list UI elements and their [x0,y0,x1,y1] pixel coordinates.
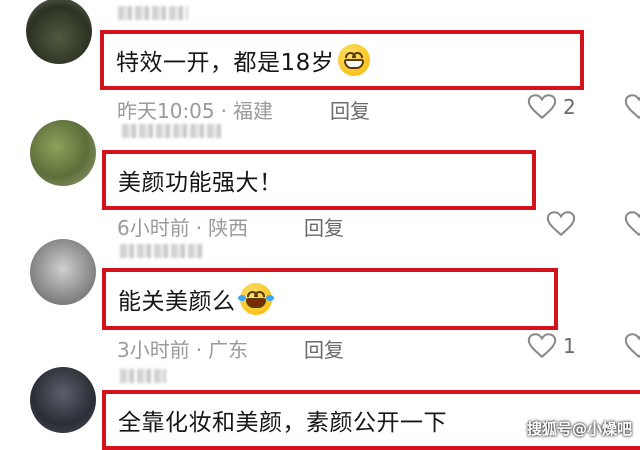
username[interactable] [120,369,166,383]
comment-highlight-box: 能关美颜么 [102,268,558,330]
comment-text: 美颜功能强大！ [118,154,283,206]
avatar[interactable] [30,367,96,433]
like-count: 2 [563,94,576,119]
meta-dot: · [195,338,203,362]
laugh-cry-icon [237,283,274,315]
comment-item: 美颜功能强大！ 6小时前 · 陕西 回复 [0,120,640,240]
comment-body: 能关美颜么 [118,289,236,315]
username[interactable] [122,124,222,138]
grin-icon [338,44,371,76]
comment-text: 能关美颜么 [118,272,274,326]
username[interactable] [118,6,188,20]
meta-dot: · [195,216,203,240]
heart-icon[interactable] [624,93,640,120]
avatar[interactable] [30,239,96,305]
comment-item: 特效一开，都是18岁 昨天10:05 · 福建 回复 2 [0,0,640,123]
comment-highlight-box: 美颜功能强大！ [102,150,536,210]
comment-text: 全靠化妆和美颜，素颜公开一下 [118,394,447,446]
like-button[interactable] [546,210,576,237]
heart-icon [527,94,557,120]
like-count: 1 [563,333,576,358]
heart-icon [527,333,557,359]
comment-body: 特效一开，都是18岁 [116,50,335,76]
comment-highlight-box: 特效一开，都是18岁 [100,30,584,90]
comment-time: 6小时前 [117,216,190,240]
watermark: 搜狐号@小燥吧 [526,420,632,438]
comment-location: 广东 [208,338,249,362]
heart-icon[interactable] [624,210,640,237]
comment-body: 美颜功能强大！ [118,170,283,196]
comment-item: 能关美颜么 3小时前 · 广东 回复 1 [0,239,640,365]
heart-icon [546,211,576,237]
like-button[interactable]: 1 [527,332,576,359]
comment-text: 特效一开，都是18岁 [116,34,371,86]
reply-button[interactable]: 回复 [304,212,344,241]
comment-location: 陕西 [208,216,249,240]
username[interactable] [120,244,204,258]
avatar[interactable] [26,0,92,64]
comment-body: 全靠化妆和美颜，素颜公开一下 [118,410,447,436]
comment-time: 3小时前 [117,338,190,362]
reply-button[interactable]: 回复 [304,334,344,363]
comment-meta: 3小时前 · 广东 [117,334,248,363]
heart-icon[interactable] [624,332,640,359]
avatar[interactable] [30,120,96,186]
like-button[interactable]: 2 [527,93,576,120]
comment-meta: 6小时前 · 陕西 [117,212,248,241]
